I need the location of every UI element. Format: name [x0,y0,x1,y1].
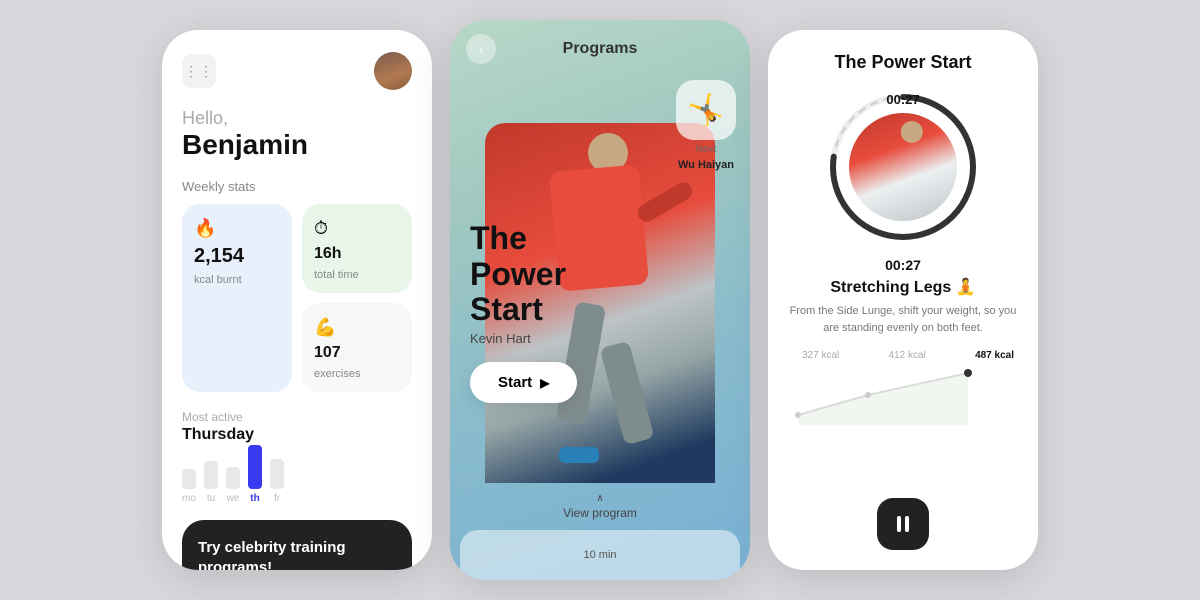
next-thumbnail: 🤸 [676,80,736,140]
programs-card: ‹ Programs 🤸 Next Wu Haiyan [450,20,750,580]
bar-tu-fill [204,461,218,489]
time-stat-box: ⏱ 16h total time [302,204,412,293]
pause-bar-1 [897,516,901,532]
next-name: Wu Haiyan [678,159,734,171]
bar-we-fill [226,467,240,489]
timer-icon: ⏱ [314,218,400,239]
exercises-label: exercises [314,368,400,380]
bar-mo-fill [182,469,196,489]
cal-label-2: 412 kcal [889,350,926,361]
pause-icon [897,516,909,532]
weekly-stats-label: Weekly stats [182,179,412,194]
program-name: The Power Start [470,221,577,327]
start-button[interactable]: Start ▶ [470,362,577,403]
pause-button[interactable] [877,498,929,550]
cal-dot-2 [865,392,871,398]
menu-icon[interactable]: ⋮⋮ [182,54,216,88]
timer-above: 00:27 [788,257,1018,273]
avatar-image [374,52,412,90]
programs-title: Programs [563,40,638,58]
exercise-description: From the Side Lunge, shift your weight, … [788,303,1018,336]
time-label: total time [314,269,400,281]
start-label: Start [498,374,532,391]
bar-th: th [248,445,262,504]
kcal-label: kcal burnt [194,274,280,286]
active-section: Most active Thursday mo tu we th fr [182,410,412,504]
next-label: Next [696,144,717,155]
cal-label-3: 487 kcal [975,350,1014,361]
calorie-chart: 327 kcal 412 kcal 487 kcal [788,350,1018,482]
bar-tu-label: tu [207,493,215,504]
next-athlete-icon: 🤸 [687,93,724,128]
bar-th-label: th [250,493,259,504]
kcal-value: 2,154 [194,245,280,268]
fire-icon: 🔥 [194,218,280,239]
stats-grid: 🔥 2,154 kcal burnt ⏱ 16h total time 💪 10… [182,204,412,392]
program-info: The Power Start Kevin Hart Start ▶ [470,221,577,403]
timer-circle: 00:27 [823,87,983,247]
cal-dot-1 [795,412,801,418]
promo-card: Try celebrity training programs! Skip Ac… [182,520,412,570]
active-day: Thursday [182,426,412,444]
bar-we-label: we [227,493,240,504]
exercises-value: 107 [314,344,341,362]
programs-header: ‹ Programs [450,20,750,58]
program-author: Kevin Hart [470,331,577,346]
chevron-up-icon: ∧ [596,493,603,504]
time-value: 16h [314,245,342,263]
duration-label: 10 min [583,549,616,561]
bar-fr: fr [270,459,284,504]
cal-dot-3 [964,369,972,377]
view-program-section[interactable]: ∧ View program [450,483,750,530]
workout-card: The Power Start 00:27 00:27 Stretching L… [768,30,1038,570]
bar-mo-label: mo [182,493,196,504]
workout-title: The Power Start [788,52,1018,73]
muscle-icon: 💪 [314,317,400,338]
pause-bar-2 [905,516,909,532]
active-label: Most active [182,410,412,424]
athlete-shoe1 [559,447,599,463]
top-row: ⋮⋮ [182,52,412,90]
bar-tu: tu [204,461,218,504]
bar-fr-label: fr [274,493,280,504]
kcal-stat-box: 🔥 2,154 kcal burnt [182,204,292,392]
exercise-athlete [849,113,957,221]
next-section: 🤸 Next Wu Haiyan [676,80,736,171]
athlete-leg2 [599,341,654,445]
dashboard-card: ⋮⋮ Hello, Benjamin Weekly stats 🔥 2,154 … [162,30,432,570]
cal-label-1: 327 kcal [802,350,839,361]
cal-area [798,373,968,425]
promo-title: Try celebrity training programs! [198,538,396,570]
timer-text: 00:27 [886,92,919,107]
exercises-stat-box: 💪 107 exercises [302,303,412,392]
athlete-arm [635,179,696,225]
bar-fr-fill [270,459,284,489]
user-name: Benjamin [182,129,412,161]
exercise-title: Stretching Legs 🧘 [788,277,1018,297]
bar-we: we [226,467,240,504]
bar-mo: mo [182,469,196,504]
play-icon: ▶ [540,376,549,390]
greeting-text: Hello, [182,108,412,129]
avatar[interactable] [374,52,412,90]
exercise-thumbnail [849,113,957,221]
bottom-preview: 10 min [460,530,740,580]
bar-th-fill [248,445,262,489]
cal-chart-labels-top: 327 kcal 412 kcal 487 kcal [788,350,1018,365]
view-program-label: View program [563,506,637,520]
bar-chart: mo tu we th fr [182,454,412,504]
cal-svg [788,365,1018,425]
thumb-head [901,121,923,143]
